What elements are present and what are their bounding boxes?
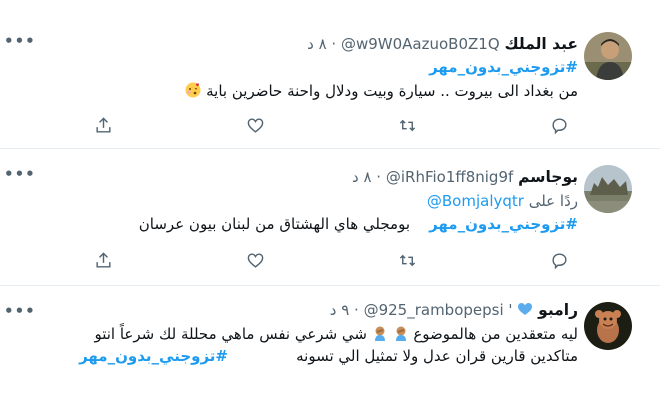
timestamp[interactable]: ٩ د	[330, 301, 350, 319]
reply-icon[interactable]	[548, 114, 570, 136]
more-options-icon[interactable]: •••	[4, 304, 36, 319]
hashtag-link[interactable]: #تزوجني_بدون_مهر	[429, 215, 578, 233]
tweet-header: بوجاسم @iRhFio1ff8nig9f · ٨ د	[352, 168, 578, 186]
tweet-text-content: من بغداد الى بيروت .. سيارة وبيت ودلال و…	[206, 82, 578, 100]
tweet-text-content: ليه متعقدين من هالموضوع	[413, 325, 578, 343]
retweet-icon[interactable]	[396, 114, 418, 136]
blue-heart-emoji	[517, 301, 533, 317]
avatar[interactable]	[584, 302, 632, 350]
tweet-text: بومجلي هاي الهشتاق من لبنان بيون عرسان	[139, 213, 410, 235]
tweet-text-content: متاكدين قارين قران عدل ولا تمثيل الي تسو…	[296, 347, 578, 365]
tweet-header: عبد الملك @w9W0AazuoB0Z1Q · ٨ د	[307, 35, 578, 53]
tweet-text: من بغداد الى بيروت .. سيارة وبيت ودلال و…	[185, 80, 578, 102]
tweet-actions	[0, 114, 660, 136]
heart-icon[interactable]	[244, 114, 266, 136]
hashtag-link[interactable]: #تزوجني_بدون_مهر	[79, 347, 228, 365]
kissing-face-emoji	[185, 82, 201, 98]
avatar[interactable]	[584, 32, 632, 80]
tweet[interactable]: ••• عبد الملك @w9W0AazuoB0Z1Q · ٨ د #تزو…	[0, 0, 660, 149]
share-icon[interactable]	[92, 114, 114, 136]
person-facepalming-emoji	[372, 325, 388, 341]
timestamp[interactable]: ٨ د	[307, 35, 327, 53]
hashtag-link[interactable]: #تزوجني_بدون_مهر	[429, 58, 578, 76]
user-handle[interactable]: @w9W0AazuoB0Z1Q	[341, 35, 500, 53]
more-options-icon[interactable]: •••	[4, 167, 36, 182]
display-name[interactable]: عبد الملك	[504, 35, 578, 53]
share-icon[interactable]	[92, 249, 114, 271]
avatar[interactable]	[584, 165, 632, 213]
tweet[interactable]: ••• رامبو ' @925_rambopepsi · ٩ د ليه مت…	[0, 286, 660, 403]
mention-link[interactable]: @Bomjalyqtr	[427, 192, 524, 210]
tweet-text-content: بومجلي هاي الهشتاق من لبنان بيون عرسان	[138, 215, 410, 233]
tweet-hashtag-line: #تزوجني_بدون_مهر	[429, 213, 578, 235]
retweet-icon[interactable]	[396, 249, 418, 271]
user-handle[interactable]: @iRhFio1ff8nig9f	[386, 168, 513, 186]
display-name[interactable]: رامبو	[538, 301, 578, 319]
tweet-text: ليه متعقدين من هالموضوع شي شرعي نفس ماهي…	[94, 323, 578, 345]
tweet-actions	[0, 249, 660, 271]
reply-prefix: ردًا على	[528, 192, 578, 210]
reply-context: ردًا على @Bomjalyqtr	[427, 190, 578, 212]
more-options-icon[interactable]: •••	[4, 34, 36, 49]
user-handle[interactable]: @925_rambopepsi	[364, 301, 504, 319]
tweet-text: متاكدين قارين قران عدل ولا تمثيل الي تسو…	[296, 345, 578, 367]
person-facepalming-emoji	[393, 325, 409, 341]
timestamp[interactable]: ٨ د	[352, 168, 372, 186]
tweet-header: رامبو ' @925_rambopepsi · ٩ د	[329, 301, 578, 319]
tweet-text-content: شي شرعي نفس ماهي محللة لك شرعاً انتو	[94, 325, 367, 343]
reply-icon[interactable]	[548, 249, 570, 271]
heart-icon[interactable]	[244, 249, 266, 271]
tweet[interactable]: ••• بوجاسم @iRhFio1ff8nig9f · ٨ د ردًا ع…	[0, 149, 660, 286]
display-name[interactable]: بوجاسم	[518, 168, 578, 186]
tweet-hashtag-line: #تزوجني_بدون_مهر	[429, 56, 578, 78]
tweet-hashtag-line: #تزوجني_بدون_مهر	[79, 345, 228, 367]
